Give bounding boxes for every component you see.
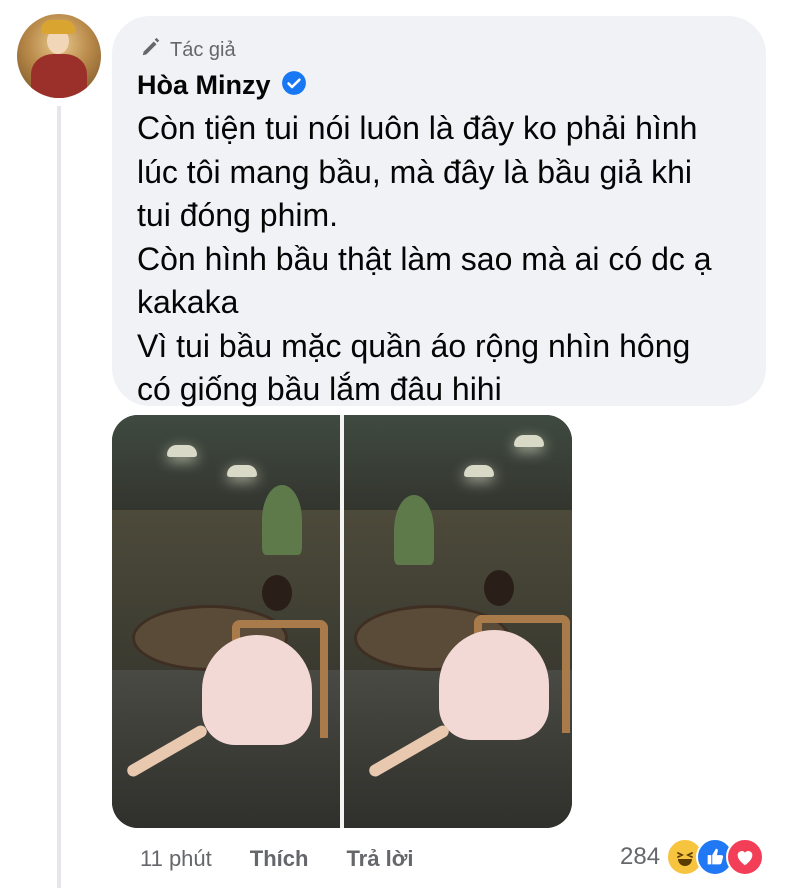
comment-line: tui đóng phim. [137,197,339,233]
comment-line: Còn hình bầu thật làm sao mà ai có dc ạ [137,240,712,277]
comment-time[interactable]: 11 phút [140,846,212,872]
comment-line: Còn tiện tui nói luôn là đây ko phải hìn… [137,110,698,146]
attached-photo[interactable] [112,415,572,828]
author-badge-label: Tác giả [170,38,236,61]
avatar[interactable] [17,14,101,98]
comment-line: lúc tôi mang bầu, mà đây là bầu giả khi [137,153,692,190]
author-name[interactable]: Hòa Minzy [137,70,271,101]
thread-line [57,106,61,888]
reactions-summary[interactable]: 284 [620,838,765,876]
comment-line: có giống bầu lắm đâu hihi [137,371,502,407]
love-icon [726,838,765,876]
reply-button[interactable]: Trả lời [346,846,413,872]
photo-panel-left [112,415,340,828]
pen-icon [140,36,162,64]
comment-line: kakaka [137,284,239,320]
verified-icon [281,70,307,101]
reaction-count: 284 [620,843,661,870]
photo-panel-right [344,415,572,828]
comment-line: Vì tui bầu mặc quần áo rộng nhìn hông [137,327,691,364]
comment-text: Còn tiện tui nói luôn là đây ko phải hìn… [137,107,757,412]
like-button[interactable]: Thích [250,846,309,872]
author-badge: Tác giả [140,36,236,64]
